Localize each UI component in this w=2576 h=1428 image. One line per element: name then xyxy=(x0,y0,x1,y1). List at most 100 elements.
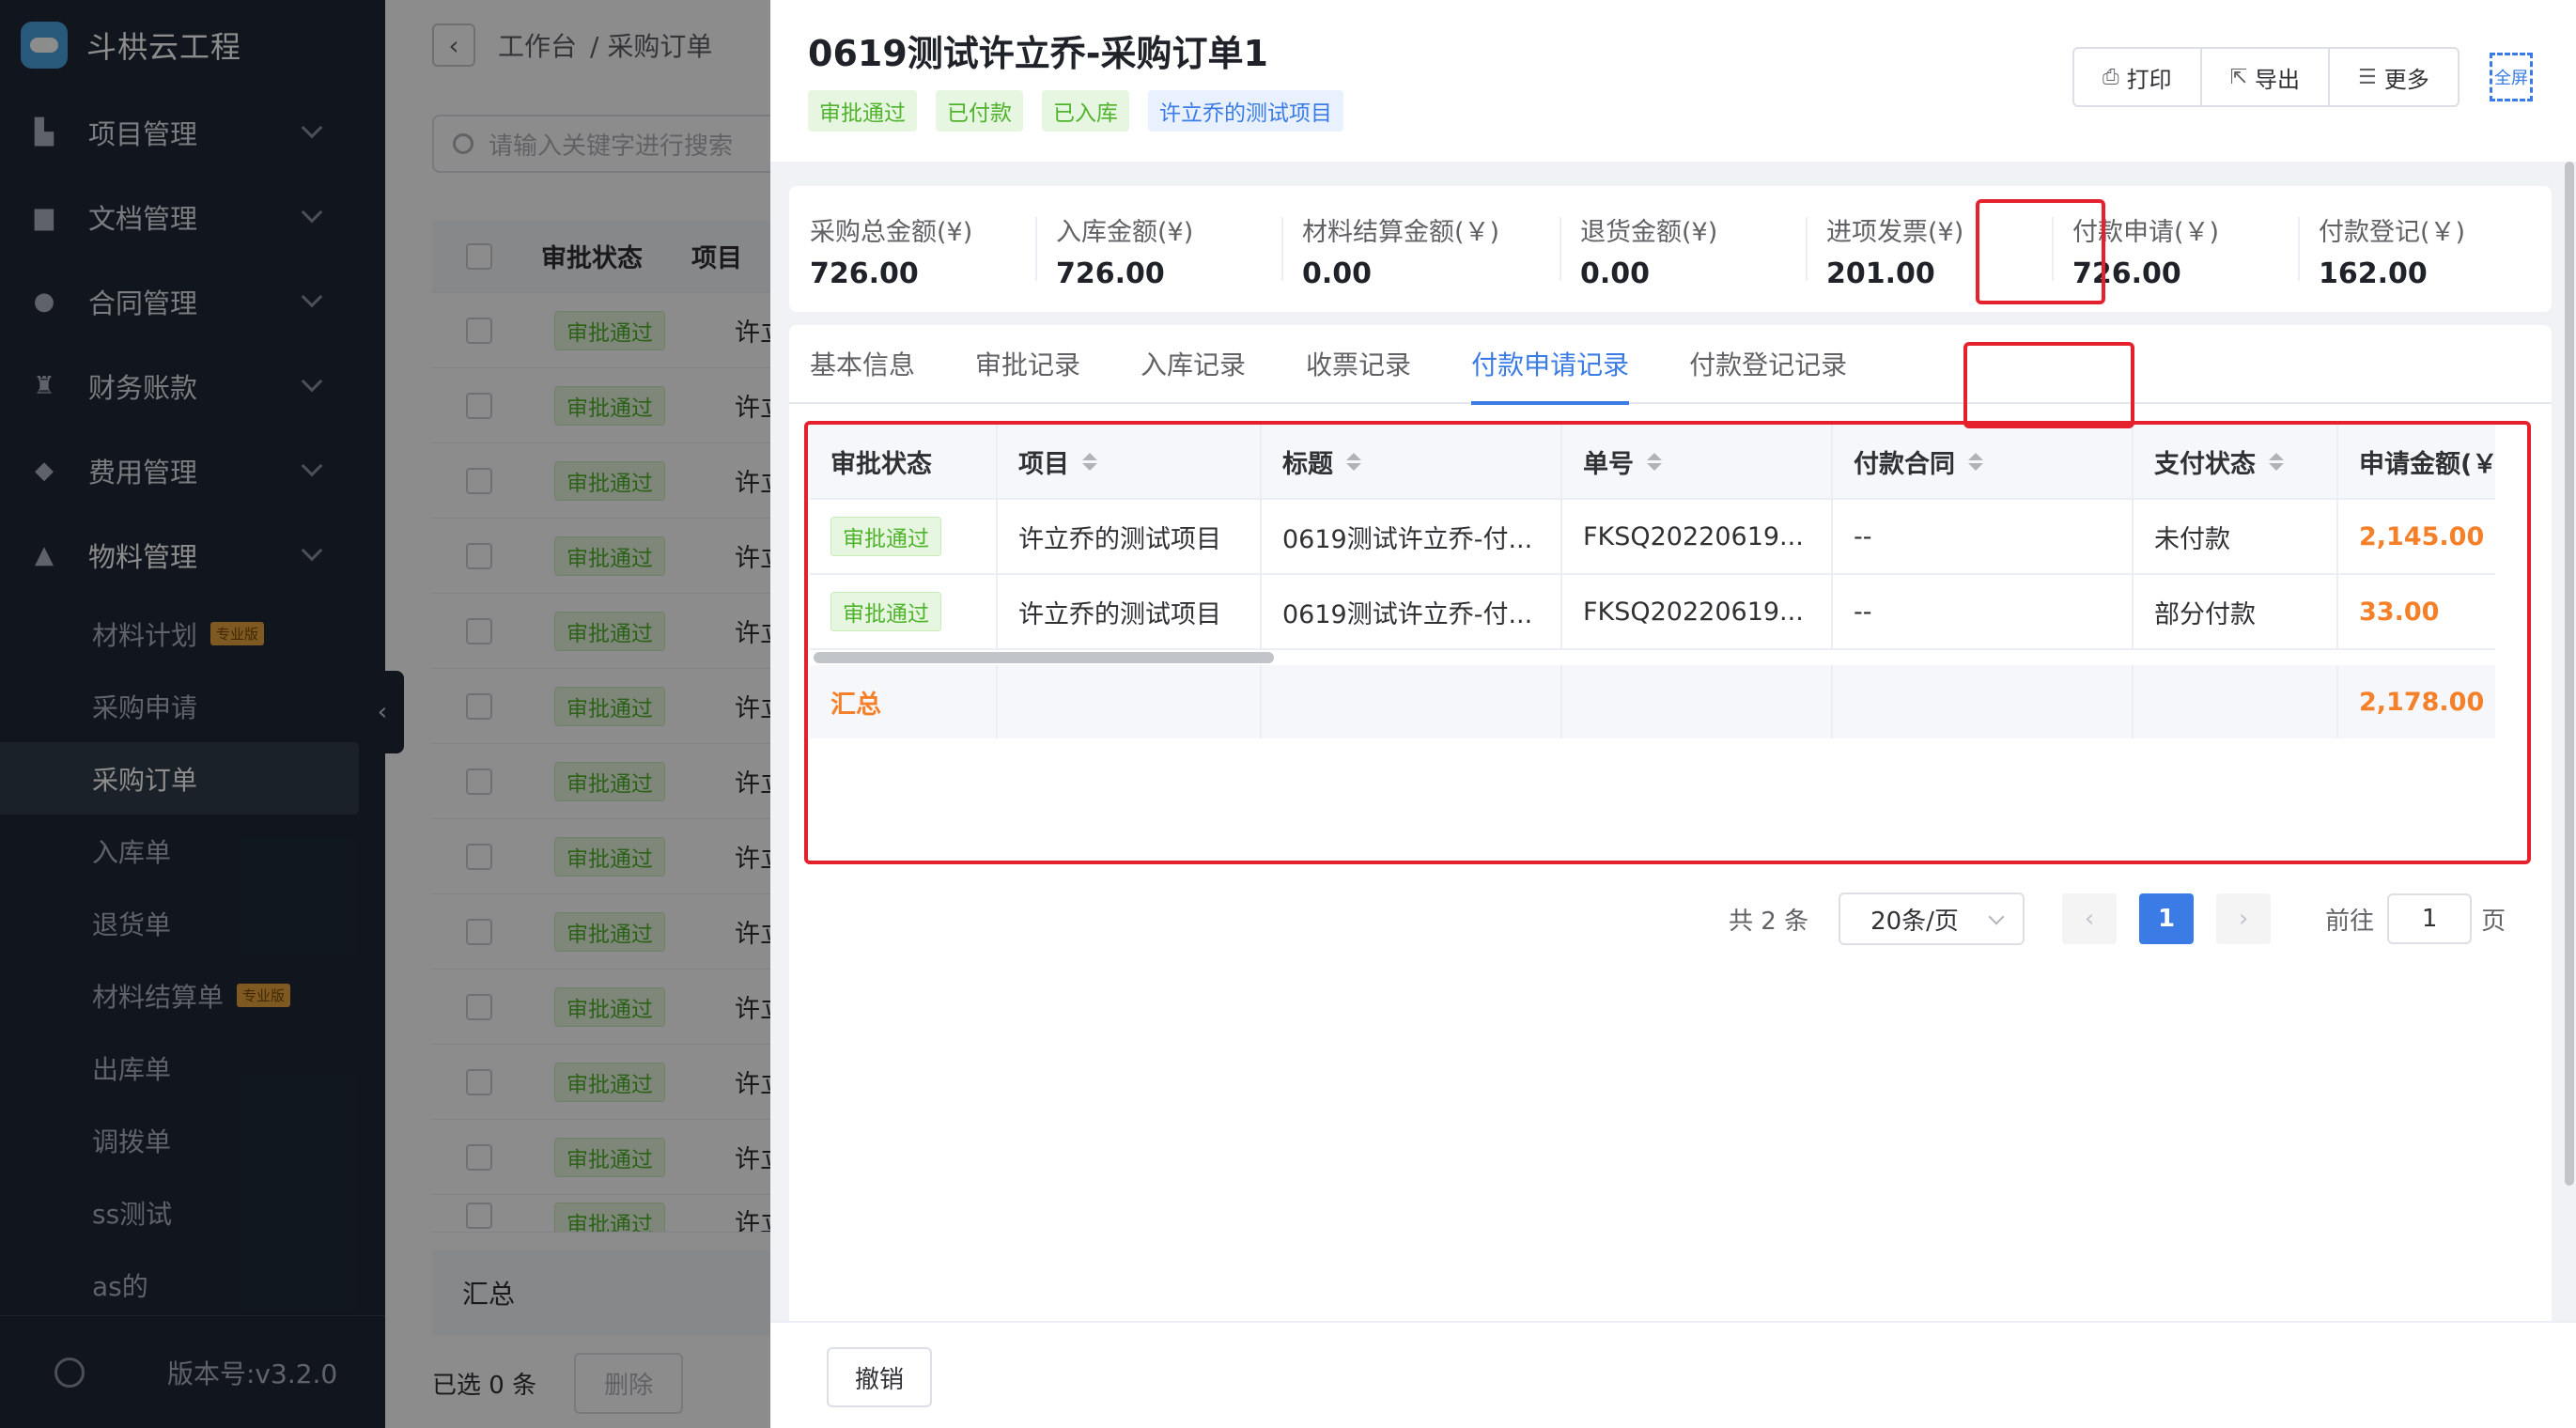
chevron-right-icon: › xyxy=(2238,905,2249,933)
summary-empty-cell xyxy=(1562,665,1833,738)
stat-label: 退货金额(¥) xyxy=(1580,218,1718,247)
table-row[interactable]: 审批通过 许立乔的测试项目 0619测试许立乔-付... FKSQ2022061… xyxy=(810,500,2495,575)
stat-label: 付款登记(￥) xyxy=(2319,218,2466,247)
export-icon: ⇱ xyxy=(2229,65,2248,89)
revoke-button[interactable]: 撤销 xyxy=(827,1347,932,1407)
stat-value: 726.00 xyxy=(1056,257,1165,290)
total-count: 共 2 条 xyxy=(1729,907,1809,936)
contract-cell: -- xyxy=(1833,500,2134,573)
print-label: 打印 xyxy=(2126,66,2172,93)
amount-cell: 2,145.00 xyxy=(2359,521,2485,551)
tab-invoice-records[interactable]: 收票记录 xyxy=(1306,324,1411,403)
column-header-title[interactable]: 标题 xyxy=(1262,425,1562,498)
payment-status-tag: 已付款 xyxy=(936,90,1023,132)
stat-label: 采购总金额(¥) xyxy=(810,218,973,247)
page-number-current[interactable]: 1 xyxy=(2139,893,2195,944)
contract-cell: -- xyxy=(1833,575,2134,648)
drawer-body: 采购总金额(¥) 726.00 入库金额(¥) 726.00 材料结算金额(￥)… xyxy=(789,186,2552,1338)
stat-value: 162.00 xyxy=(2319,257,2428,290)
sort-icon[interactable] xyxy=(1968,452,1983,471)
column-header-project[interactable]: 项目 xyxy=(998,425,1262,498)
stat-label: 进项发票(¥) xyxy=(1826,218,1964,247)
status-tags: 审批通过 已付款 已入库 许立乔的测试项目 xyxy=(808,90,1343,132)
goto-label: 前往 xyxy=(2325,907,2375,936)
fullscreen-label: 全屏 xyxy=(2494,69,2528,88)
column-header-pay-status[interactable]: 支付状态 xyxy=(2134,425,2338,498)
sort-icon[interactable] xyxy=(1082,452,1097,471)
summary-empty-cell xyxy=(2134,665,2338,738)
status-cell: 审批通过 xyxy=(810,500,998,573)
column-header-label: 支付状态 xyxy=(2154,449,2256,479)
sort-icon[interactable] xyxy=(1647,452,1662,471)
sort-icon[interactable] xyxy=(2269,452,2284,471)
stat-label: 材料结算金额(￥) xyxy=(1302,218,1500,247)
number-cell[interactable]: FKSQ20220619... xyxy=(1562,500,1833,573)
more-button[interactable]: ☰ 更多 xyxy=(2330,49,2458,105)
stat-value: 0.00 xyxy=(1580,257,1651,290)
column-header-status: 审批状态 xyxy=(810,425,998,498)
stat-label: 付款申请(￥) xyxy=(2072,218,2220,247)
payment-request-table: 审批状态 项目 标题 单号 付款合同 支付状态 申请金额(￥ 审批通过 许立乔的… xyxy=(810,425,2495,738)
title-cell[interactable]: 0619测试许立乔-付... xyxy=(1262,575,1562,648)
summary-label: 汇总 xyxy=(810,665,998,738)
stat-return-amount: 退货金额(¥) 0.00 xyxy=(1560,206,1806,292)
tab-payment-request-records[interactable]: 付款申请记录 xyxy=(1471,324,1630,405)
stat-value: 726.00 xyxy=(810,257,919,290)
stat-value: 0.00 xyxy=(1302,257,1373,290)
project-cell: 许立乔的测试项目 xyxy=(998,575,1262,648)
prev-page-button[interactable]: ‹ xyxy=(2062,893,2118,944)
inbound-status-tag: 已入库 xyxy=(1042,90,1129,132)
chevron-left-icon: ‹ xyxy=(2084,905,2095,933)
pay-status-cell: 未付款 xyxy=(2134,500,2338,573)
stat-value: 726.00 xyxy=(2072,257,2181,290)
column-header-label: 付款合同 xyxy=(1854,449,1955,479)
list-icon: ☰ xyxy=(2358,65,2377,89)
stat-inbound-amount: 入库金额(¥) 726.00 xyxy=(1035,206,1281,292)
column-header-number[interactable]: 单号 xyxy=(1562,425,1833,498)
number-cell[interactable]: FKSQ20220619... xyxy=(1562,575,1833,648)
pagination: 共 2 条 20条/页 ‹ 1 › 前往 1 页 xyxy=(1729,892,2506,945)
vertical-scrollbar[interactable] xyxy=(2565,162,2574,1186)
column-header-label: 申请金额(￥ xyxy=(2359,449,2495,479)
status-badge: 审批通过 xyxy=(830,517,941,556)
table-row[interactable]: 审批通过 许立乔的测试项目 0619测试许立乔-付... FKSQ2022061… xyxy=(810,575,2495,650)
table-header: 审批状态 项目 标题 单号 付款合同 支付状态 申请金额(￥ xyxy=(810,425,2495,500)
sort-icon[interactable] xyxy=(1346,452,1361,471)
summary-empty-cell xyxy=(998,665,1262,738)
scrollbar-thumb[interactable] xyxy=(814,652,1274,663)
tab-payment-register-records[interactable]: 付款登记记录 xyxy=(1689,324,1847,403)
stat-input-invoice: 进项发票(¥) 201.00 xyxy=(1806,206,2052,292)
stat-label: 入库金额(¥) xyxy=(1056,218,1194,247)
fullscreen-button[interactable]: 全屏 xyxy=(2490,53,2533,101)
stat-payment-register: 付款登记(￥) 162.00 xyxy=(2298,206,2523,292)
column-header-amount[interactable]: 申请金额(￥ xyxy=(2338,425,2495,498)
column-header-label: 项目 xyxy=(1018,449,1069,479)
drawer-header: 0619测试许立乔-采购订单1 审批通过 已付款 已入库 许立乔的测试项目 ⎙ 打… xyxy=(770,0,2576,162)
column-header-label: 审批状态 xyxy=(830,449,932,479)
summary-empty-cell xyxy=(1262,665,1562,738)
column-header-label: 标题 xyxy=(1282,449,1333,479)
page-size-select[interactable]: 20条/页 xyxy=(1839,892,2025,945)
tab-basic-info[interactable]: 基本信息 xyxy=(810,324,915,403)
status-badge: 审批通过 xyxy=(830,592,941,631)
order-detail-drawer: 0619测试许立乔-采购订单1 审批通过 已付款 已入库 许立乔的测试项目 ⎙ 打… xyxy=(770,0,2576,1428)
tab-inbound-records[interactable]: 入库记录 xyxy=(1141,324,1246,403)
drawer-title: 0619测试许立乔-采购订单1 xyxy=(808,33,1268,74)
status-cell: 审批通过 xyxy=(810,575,998,648)
column-header-contract[interactable]: 付款合同 xyxy=(1833,425,2134,498)
next-page-button[interactable]: › xyxy=(2216,893,2272,944)
print-button[interactable]: ⎙ 打印 xyxy=(2074,49,2202,105)
title-cell[interactable]: 0619测试许立乔-付... xyxy=(1262,500,1562,573)
export-label: 导出 xyxy=(2255,66,2301,93)
tab-approval-records[interactable]: 审批记录 xyxy=(975,324,1080,403)
stat-settlement-amount: 材料结算金额(￥) 0.00 xyxy=(1281,206,1560,292)
export-button[interactable]: ⇱ 导出 xyxy=(2202,49,2331,105)
goto-page-input[interactable]: 1 xyxy=(2387,893,2473,944)
project-tag: 许立乔的测试项目 xyxy=(1148,90,1343,132)
stat-purchase-total: 采购总金额(¥) 726.00 xyxy=(789,206,1035,292)
project-cell: 许立乔的测试项目 xyxy=(998,500,1262,573)
drawer-footer: 撤销 xyxy=(770,1321,2576,1428)
record-tabs-panel: 基本信息 审批记录 入库记录 收票记录 付款申请记录 付款登记记录 审批状态 项… xyxy=(789,325,2552,1338)
stat-value: 201.00 xyxy=(1826,257,1935,290)
horizontal-scrollbar[interactable] xyxy=(810,650,2495,665)
